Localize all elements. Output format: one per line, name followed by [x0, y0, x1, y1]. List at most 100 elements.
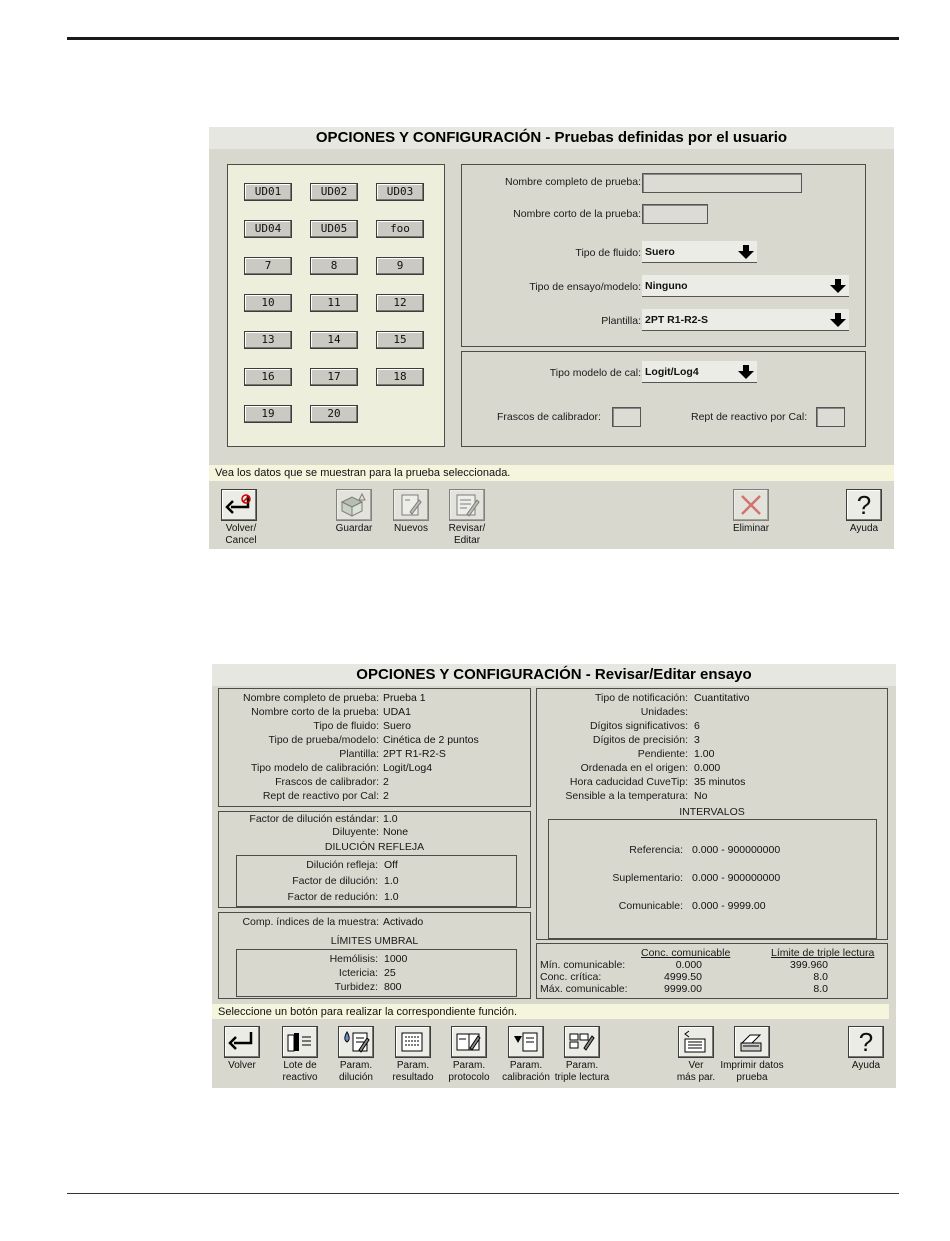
result-field-label: Unidades: — [640, 706, 688, 718]
triple-read-params-button[interactable] — [564, 1026, 600, 1058]
print-test-data-button[interactable] — [734, 1026, 770, 1058]
delete-button[interactable] — [733, 489, 769, 521]
limit-row-conc: 9999.00 — [664, 983, 702, 995]
result-params-button[interactable] — [395, 1026, 431, 1058]
test-button[interactable]: 7 — [244, 257, 292, 275]
test-button[interactable]: 17 — [310, 368, 358, 386]
interval-field-value: 0.000 - 900000000 — [692, 844, 781, 856]
back-button[interactable] — [224, 1026, 260, 1058]
test-button[interactable]: 11 — [310, 294, 358, 312]
cal-model-label: Tipo modelo de cal: — [549, 367, 641, 379]
more-params-button[interactable] — [678, 1026, 714, 1058]
test-button[interactable]: 14 — [310, 331, 358, 349]
result-field-value: 35 minutos — [694, 776, 746, 788]
reflex-dilution-title: DILUCIÓN REFLEJA — [324, 841, 425, 853]
help-button[interactable]: ? — [848, 1026, 884, 1058]
test-button[interactable]: UD03 — [376, 183, 424, 201]
review-edit-button[interactable] — [449, 489, 485, 521]
dilution-params-button[interactable] — [338, 1026, 374, 1058]
threshold-field-value: 25 — [384, 967, 396, 979]
interval-field-label: Referencia: — [629, 844, 683, 856]
result-field-label: Hora caducidad CuveTip: — [569, 776, 688, 788]
col-triple-read-limit: Límite de triple lectura — [771, 947, 875, 959]
limit-row-label: Máx. comunicable: — [540, 983, 628, 995]
reagent-rep-label: Rept de reactivo por Cal: — [691, 411, 808, 423]
template-select[interactable]: 2PT R1-R2-S — [642, 309, 849, 331]
general-field-label: Nombre completo de prueba: — [243, 692, 379, 704]
test-button[interactable]: 16 — [244, 368, 292, 386]
test-button[interactable]: UD04 — [244, 220, 292, 238]
arrow-down-icon[interactable] — [735, 361, 757, 383]
reagent-lot-button[interactable] — [282, 1026, 318, 1058]
sample-indices-panel: Comp. índices de la muestra: Activado LÍ… — [218, 912, 531, 999]
cal-model-select[interactable]: Logit/Log4 — [642, 361, 757, 383]
test-button[interactable]: 10 — [244, 294, 292, 312]
reflex-field-label: Factor de dilución: — [292, 875, 378, 887]
test-button[interactable]: 8 — [310, 257, 358, 275]
sample-indices-label: Comp. índices de la muestra: — [242, 916, 379, 928]
result-field-value: 3 — [694, 734, 700, 746]
general-field-label: Tipo de fluido: — [313, 720, 379, 732]
save-label: Guardar — [335, 523, 373, 534]
new-document-icon — [401, 494, 422, 516]
calibrator-vials-input[interactable] — [612, 407, 641, 427]
limit-row-conc: 0.000 — [675, 959, 702, 971]
test-button[interactable]: 20 — [310, 405, 358, 423]
intervals-title: INTERVALOS — [679, 806, 745, 818]
test-button[interactable]: foo — [376, 220, 424, 238]
save-button[interactable] — [336, 489, 372, 521]
arrow-down-icon[interactable] — [735, 241, 757, 263]
arrow-down-icon[interactable] — [827, 309, 849, 331]
general-field-value: Suero — [383, 720, 412, 732]
general-field-value: 2 — [383, 790, 389, 802]
delete-label: Eliminar — [732, 523, 770, 534]
threshold-limits-subpanel: Hemólisis: 1000 Ictericia: 25 Turbidez: 800 — [236, 949, 517, 997]
general-field-label: Tipo de prueba/modelo: — [268, 734, 379, 746]
reflex-field-label: Dilución refleja: — [306, 859, 378, 871]
result-field-label: Dígitos significativos: — [589, 720, 688, 732]
test-button[interactable]: UD01 — [244, 183, 292, 201]
return-arrow-icon — [228, 1032, 253, 1050]
full-name-input[interactable] — [642, 173, 802, 193]
test-button[interactable]: UD02 — [310, 183, 358, 201]
fluid-type-label: Tipo de fluido: — [575, 247, 641, 259]
limit-row-conc: 4999.50 — [664, 971, 702, 983]
test-button[interactable]: 15 — [376, 331, 424, 349]
reagent-rep-input[interactable] — [816, 407, 845, 427]
triple-read-icon — [569, 1033, 595, 1051]
help-button[interactable]: ? — [846, 489, 882, 521]
interval-field-value: 0.000 - 900000000 — [692, 872, 781, 884]
test-grid-panel: UD01 UD02 UD03 UD04 UD05 foo 7 8 9 10 11 12 13 14 15 16… — [227, 164, 445, 447]
arrow-down-icon[interactable] — [827, 275, 849, 297]
test-button[interactable]: 12 — [376, 294, 424, 312]
threshold-field-value: 1000 — [384, 953, 408, 965]
fluid-type-select[interactable]: Suero — [642, 241, 757, 263]
assay-type-label: Tipo de ensayo/modelo: — [529, 281, 641, 293]
threshold-field-label: Hemólisis: — [329, 953, 378, 965]
test-button[interactable]: 19 — [244, 405, 292, 423]
std-dilution-value: 1.0 — [383, 813, 398, 825]
calibration-params-button[interactable] — [508, 1026, 544, 1058]
test-button[interactable]: 9 — [376, 257, 424, 275]
assay-type-select[interactable]: Ninguno — [642, 275, 849, 297]
triple-read-params-label: Param. triple lectura — [554, 1060, 610, 1083]
status-bar: Vea los datos que se muestran para la pr… — [209, 465, 894, 481]
protocol-params-button[interactable] — [451, 1026, 487, 1058]
short-name-input[interactable] — [642, 204, 708, 224]
test-button[interactable]: UD05 — [310, 220, 358, 238]
back-cancel-label: Volver/Cancel — [225, 523, 257, 546]
question-mark-icon: ? — [858, 1027, 874, 1057]
back-cancel-button[interactable] — [221, 489, 257, 521]
test-button[interactable]: 18 — [376, 368, 424, 386]
screen-user-defined-tests: OPCIONES Y CONFIGURACIÓN - Pruebas defin… — [209, 127, 894, 549]
test-button[interactable]: 13 — [244, 331, 292, 349]
reflex-dilution-subpanel: Dilución refleja: Off Factor de dilución: 1… — [236, 855, 517, 907]
result-field-value: 1.00 — [694, 748, 715, 760]
result-field-value: 6 — [694, 720, 700, 732]
general-field-label: Frascos de calibrador: — [275, 776, 379, 788]
help-label: Ayuda — [851, 1060, 881, 1071]
reflex-field-label: Factor de redución: — [287, 891, 378, 903]
new-button[interactable] — [393, 489, 429, 521]
screen-title: OPCIONES Y CONFIGURACIÓN - Pruebas defin… — [209, 127, 894, 149]
general-field-value: UDA1 — [383, 706, 412, 718]
